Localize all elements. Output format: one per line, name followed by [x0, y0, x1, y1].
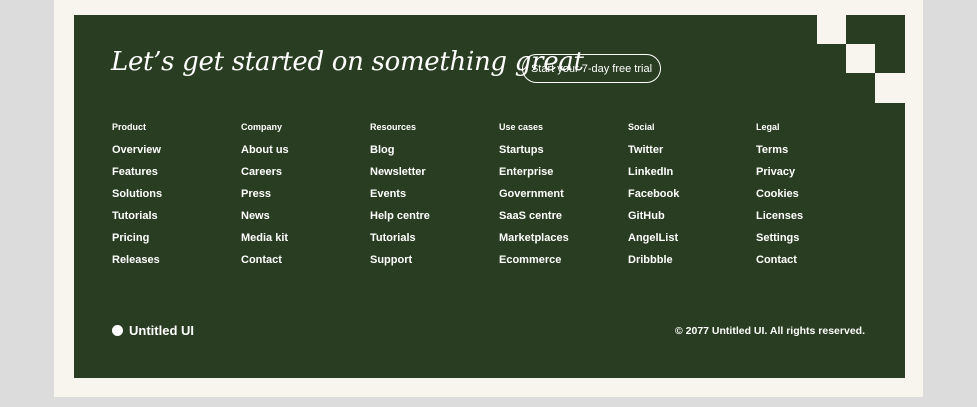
footer-column-title: Resources — [370, 122, 417, 132]
footer-link-features[interactable]: Features — [112, 166, 158, 178]
footer-link-item: Settings — [756, 231, 803, 253]
footer-link-item: Twitter — [628, 143, 679, 165]
footer-link-tutorials[interactable]: Tutorials — [370, 232, 416, 244]
footer-link-twitter[interactable]: Twitter — [628, 144, 663, 156]
footer-link-item: Careers — [241, 165, 289, 187]
footer-link-support[interactable]: Support — [370, 254, 412, 266]
footer-link-item: Tutorials — [370, 231, 430, 253]
footer-link-list: About us Careers Press News Media kit Contact — [241, 143, 289, 275]
footer-link-item: AngelList — [628, 231, 679, 253]
footer-link-list: Twitter LinkedIn Facebook GitHub AngelList Dr… — [628, 143, 679, 275]
footer-link-enterprise[interactable]: Enterprise — [499, 166, 553, 178]
footer-link-item: Terms — [756, 143, 803, 165]
footer-link-about-us[interactable]: About us — [241, 144, 289, 156]
footer-link-list: Terms Privacy Cookies Licenses Settings Conta… — [756, 143, 803, 275]
footer-link-dribbble[interactable]: Dribbble — [628, 254, 673, 266]
footer-column-title: Social — [628, 122, 655, 132]
footer-link-ecommerce[interactable]: Ecommerce — [499, 254, 561, 266]
footer-link-item: Help centre — [370, 209, 430, 231]
footer-link-item: Facebook — [628, 187, 679, 209]
footer-link-item: Startups — [499, 143, 569, 165]
checker-decoration-square — [817, 15, 846, 44]
footer-link-item: Ecommerce — [499, 253, 569, 275]
footer-link-item: Privacy — [756, 165, 803, 187]
footer-link-item: News — [241, 209, 289, 231]
footer-link-newsletter[interactable]: Newsletter — [370, 166, 426, 178]
footer-column-use-cases: Use cases Startups Enterprise Government Saa… — [499, 121, 569, 275]
footer-link-contact[interactable]: Contact — [241, 254, 282, 266]
footer-link-item: Releases — [112, 253, 162, 275]
footer-link-help-centre[interactable]: Help centre — [370, 210, 430, 222]
footer-link-blog[interactable]: Blog — [370, 144, 394, 156]
footer-link-overview[interactable]: Overview — [112, 144, 161, 156]
footer-column-title: Company — [241, 122, 283, 132]
footer-column-title: Product — [112, 122, 147, 132]
footer-link-facebook[interactable]: Facebook — [628, 188, 679, 200]
footer-column-legal: Legal Terms Privacy Cookies Licenses Settings… — [756, 121, 803, 275]
footer-link-item: Media kit — [241, 231, 289, 253]
checker-decoration-square — [875, 73, 905, 103]
footer-link-settings[interactable]: Settings — [756, 232, 799, 244]
footer-column-company: Company About us Careers Press News Media kit… — [241, 121, 289, 275]
footer-link-press[interactable]: Press — [241, 188, 271, 200]
footer-headline: Let’s get started on something great — [111, 47, 584, 77]
footer-link-events[interactable]: Events — [370, 188, 406, 200]
footer-link-item: Events — [370, 187, 430, 209]
logo-circle-icon — [112, 325, 123, 336]
footer-link-releases[interactable]: Releases — [112, 254, 160, 266]
footer-link-privacy[interactable]: Privacy — [756, 166, 795, 178]
footer-link-terms[interactable]: Terms — [756, 144, 788, 156]
footer-link-list: Startups Enterprise Government SaaS centre M… — [499, 143, 569, 275]
footer-link-item: Blog — [370, 143, 430, 165]
footer-column-resources: Resources Blog Newsletter Events Help centre… — [370, 121, 430, 275]
footer-link-item: Pricing — [112, 231, 162, 253]
footer-link-cookies[interactable]: Cookies — [756, 188, 799, 200]
footer-link-item: Tutorials — [112, 209, 162, 231]
footer-link-careers[interactable]: Careers — [241, 166, 282, 178]
footer-link-angellist[interactable]: AngelList — [628, 232, 678, 244]
footer-link-saas-centre[interactable]: SaaS centre — [499, 210, 562, 222]
copyright-text: © 2077 Untitled UI. All rights reserved. — [675, 325, 865, 337]
footer-link-item: Newsletter — [370, 165, 430, 187]
footer-link-item: Support — [370, 253, 430, 275]
footer-link-government[interactable]: Government — [499, 188, 564, 200]
footer-link-item: About us — [241, 143, 289, 165]
footer-link-item: Licenses — [756, 209, 803, 231]
footer-link-item: GitHub — [628, 209, 679, 231]
footer-column-social: Social Twitter LinkedIn Facebook GitHub Angel… — [628, 121, 679, 275]
footer-link-item: Contact — [756, 253, 803, 275]
footer-link-linkedin[interactable]: LinkedIn — [628, 166, 673, 178]
footer-link-item: Government — [499, 187, 569, 209]
footer-link-item: Enterprise — [499, 165, 569, 187]
footer-link-marketplaces[interactable]: Marketplaces — [499, 232, 569, 244]
footer-link-item: LinkedIn — [628, 165, 679, 187]
footer-link-solutions[interactable]: Solutions — [112, 188, 162, 200]
checker-decoration-square — [846, 44, 875, 73]
footer-link-item: Cookies — [756, 187, 803, 209]
footer-link-item: Dribbble — [628, 253, 679, 275]
footer-column-product: Product Overview Features Solutions Tutorial… — [112, 121, 162, 275]
footer-link-contact[interactable]: Contact — [756, 254, 797, 266]
footer-link-pricing[interactable]: Pricing — [112, 232, 149, 244]
footer-link-news[interactable]: News — [241, 210, 270, 222]
footer-link-startups[interactable]: Startups — [499, 144, 544, 156]
footer-link-item: Solutions — [112, 187, 162, 209]
footer-link-media-kit[interactable]: Media kit — [241, 232, 288, 244]
footer-link-item: SaaS centre — [499, 209, 569, 231]
footer-column-title: Legal — [756, 122, 780, 132]
footer-link-item: Press — [241, 187, 289, 209]
footer-link-github[interactable]: GitHub — [628, 210, 665, 222]
footer-link-tutorials[interactable]: Tutorials — [112, 210, 158, 222]
footer-column-title: Use cases — [499, 122, 544, 132]
footer-link-item: Features — [112, 165, 162, 187]
footer-link-item: Marketplaces — [499, 231, 569, 253]
start-free-trial-button[interactable]: Start your 7-day free trial — [522, 54, 661, 83]
footer-link-item: Overview — [112, 143, 162, 165]
footer-link-item: Contact — [241, 253, 289, 275]
footer-link-list: Overview Features Solutions Tutorials Pricin… — [112, 143, 162, 275]
footer-brand[interactable]: Untitled UI — [112, 323, 194, 338]
footer-link-licenses[interactable]: Licenses — [756, 210, 803, 222]
brand-name: Untitled UI — [129, 323, 194, 338]
footer-link-list: Blog Newsletter Events Help centre Tutorials… — [370, 143, 430, 275]
